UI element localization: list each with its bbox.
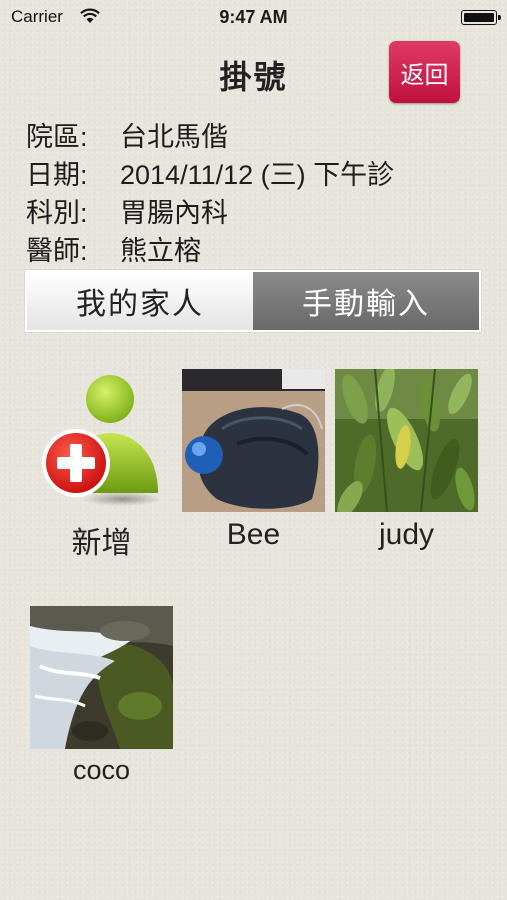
member-name: coco bbox=[72, 755, 131, 785]
member-name: judy bbox=[378, 518, 435, 551]
member-judy[interactable]: judy bbox=[335, 369, 478, 552]
member-photo-green-leaves bbox=[335, 369, 478, 512]
back-button[interactable]: 返回 bbox=[389, 41, 460, 103]
info-row-department: 科別: 胃腸內科 bbox=[26, 194, 394, 232]
segment-manual-input[interactable]: 手動輸入 bbox=[253, 272, 479, 330]
info-label: 院區: bbox=[26, 122, 88, 152]
status-bar: Carrier 9:47 AM bbox=[0, 0, 507, 36]
info-label: 日期: bbox=[26, 160, 88, 190]
source-segmented-control: 我的家人 手動輸入 bbox=[25, 270, 481, 332]
member-name: Bee bbox=[226, 518, 281, 551]
info-row-doctor: 醫師: 熊立榕 bbox=[26, 232, 394, 270]
member-bee[interactable]: Bee bbox=[182, 369, 325, 552]
info-label: 科別: bbox=[26, 198, 88, 228]
info-value: 2014/11/12 (三) 下午診 bbox=[120, 160, 395, 190]
member-coco[interactable]: coco bbox=[30, 606, 173, 786]
info-row-date: 日期: 2014/11/12 (三) 下午診 bbox=[26, 156, 394, 194]
info-value: 台北馬偕 bbox=[120, 122, 228, 152]
add-member-button[interactable]: 新增 bbox=[30, 369, 173, 562]
appointment-info: 院區: 台北馬偕 日期: 2014/11/12 (三) 下午診 科別: 胃腸內科 醫師… bbox=[26, 118, 394, 270]
add-member-label: 新增 bbox=[71, 527, 132, 560]
add-person-icon bbox=[30, 369, 173, 512]
info-row-branch: 院區: 台北馬偕 bbox=[26, 118, 394, 156]
clock: 9:47 AM bbox=[219, 7, 288, 27]
segment-my-family[interactable]: 我的家人 bbox=[27, 272, 253, 330]
info-value: 胃腸內科 bbox=[120, 198, 228, 228]
info-label: 醫師: bbox=[26, 236, 88, 266]
member-photo-trackball-mouse bbox=[182, 369, 325, 512]
battery-icon bbox=[461, 10, 501, 25]
member-photo-waterfall-rocks bbox=[30, 606, 173, 749]
info-value: 熊立榕 bbox=[120, 236, 201, 266]
